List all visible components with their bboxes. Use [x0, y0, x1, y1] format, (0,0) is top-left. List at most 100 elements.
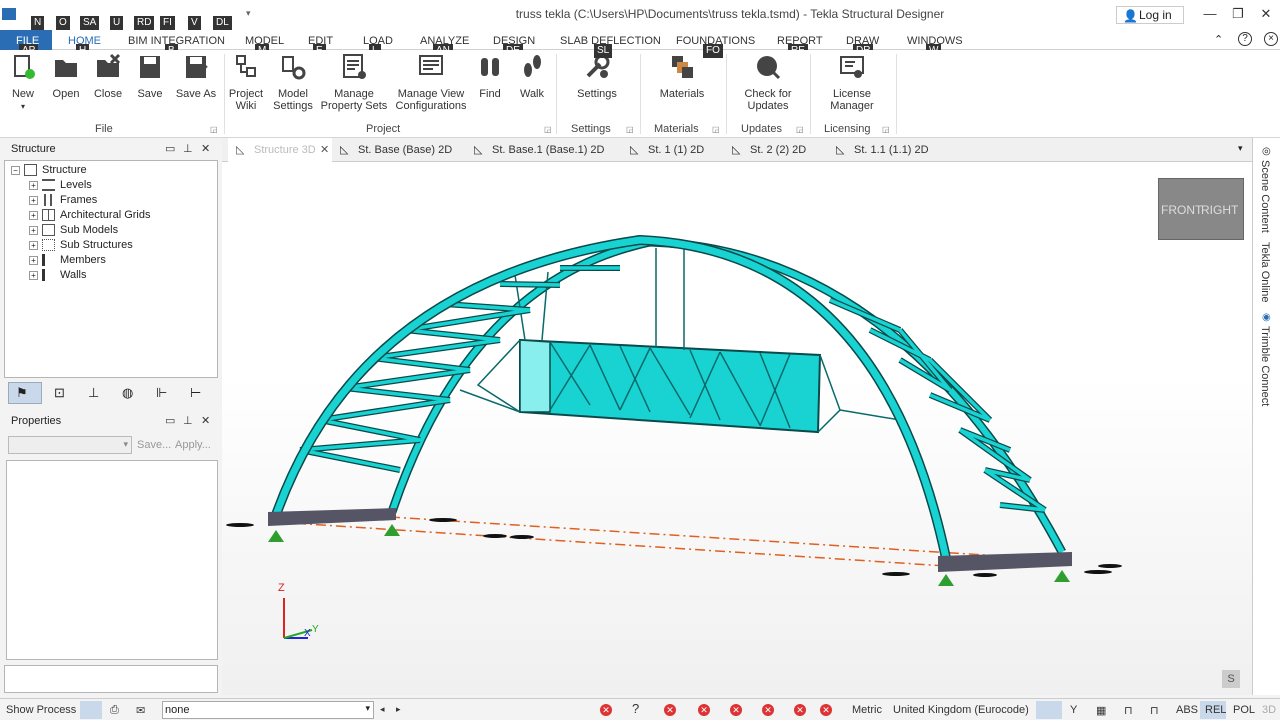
tree-item-sub-structures[interactable]: + Sub Structures [29, 239, 133, 252]
design-code-label[interactable]: United Kingdom (Eurocode) [893, 704, 1029, 716]
frames-icon [44, 194, 52, 207]
minimize-icon[interactable]: — [1200, 6, 1220, 21]
grid-snap-icon[interactable]: ▦ [1096, 704, 1106, 717]
dialog-launcher-icon[interactable]: ◲ [544, 125, 552, 134]
dialog-launcher-icon[interactable]: ◲ [712, 125, 720, 134]
tree-item-frames[interactable]: + Frames [29, 194, 97, 207]
error-icon[interactable]: ✕ [762, 704, 774, 716]
tree-item-label: Members [60, 254, 106, 266]
new-button[interactable]: New ▾ [6, 52, 40, 113]
tree-item-levels[interactable]: + Levels [29, 179, 92, 192]
find-button[interactable]: Find [472, 52, 508, 100]
snap-icon[interactable]: ⊓ [1124, 704, 1133, 717]
tab-structure-3d[interactable]: ◺ Structure 3D ✕ [228, 138, 332, 162]
qa-customize-icon[interactable]: ▾ [246, 8, 251, 19]
report-icon[interactable]: ⊢ [190, 385, 201, 401]
close-doc-icon[interactable]: × [1264, 32, 1278, 46]
tab-st-1[interactable]: ◺ St. 1 (1) 2D [630, 138, 704, 162]
tekla-online-tab[interactable]: Tekla Online [1259, 242, 1271, 303]
pol-toggle[interactable]: POL [1233, 704, 1255, 716]
save-button[interactable]: Save [130, 52, 170, 100]
project-wiki-button[interactable]: Project Wiki [226, 52, 266, 112]
apply-properties-button[interactable]: Apply... [175, 439, 211, 451]
next-icon[interactable]: ▸ [396, 704, 401, 715]
snap-badge[interactable]: S [1222, 670, 1240, 688]
panel-menu-icon[interactable]: ▭ [165, 414, 175, 427]
tree-root-structure[interactable]: − Structure [11, 164, 87, 177]
view-cube-right[interactable]: RIGHT [1201, 203, 1238, 217]
show-process-button[interactable]: Show Process [6, 704, 76, 716]
error-icon[interactable]: ✕ [794, 704, 806, 716]
command-input-value: none [165, 704, 190, 716]
save-properties-button[interactable]: Save... [137, 439, 171, 451]
view-cube[interactable]: FRONT RIGHT [1158, 178, 1244, 240]
tree-item-architectural-grids[interactable]: + Architectural Grids [29, 209, 150, 222]
error-icon[interactable]: ✕ [820, 704, 832, 716]
close-window-icon[interactable]: ✕ [1256, 6, 1276, 22]
error-icon[interactable]: ✕ [730, 704, 742, 716]
maximize-icon[interactable]: ❐ [1228, 6, 1248, 22]
manage-property-sets-button[interactable]: Manage Property Sets [320, 52, 388, 112]
model-settings-button[interactable]: Model Settings [270, 52, 316, 112]
dialog-launcher-icon[interactable]: ◲ [882, 125, 890, 134]
mail-icon[interactable]: ✉ [136, 704, 145, 717]
collapse-ribbon-icon[interactable]: ⌃ [1214, 33, 1223, 46]
tab-st-1-1[interactable]: ◺ St. 1.1 (1.1) 2D [836, 138, 929, 162]
panel-menu-icon[interactable]: ▭ [165, 142, 175, 155]
3d-viewport[interactable]: FRONT RIGHT Z X Y S [222, 162, 1252, 695]
analysis-mode-icon[interactable] [80, 701, 102, 719]
tab-close-icon[interactable]: ✕ [320, 143, 329, 156]
tab-st-2[interactable]: ◺ St. 2 (2) 2D [732, 138, 806, 162]
help-icon[interactable]: ? [1238, 32, 1252, 46]
property-set-select[interactable]: ▾ [8, 436, 132, 454]
tree-item-sub-models[interactable]: + Sub Models [29, 224, 118, 237]
error-icon[interactable]: ✕ [664, 704, 676, 716]
abs-toggle[interactable]: ABS [1176, 704, 1198, 716]
pin-icon[interactable]: ⊥ [183, 142, 193, 155]
dialog-launcher-icon[interactable]: ◲ [210, 125, 218, 134]
login-label: Log in [1139, 8, 1172, 22]
tab-st-base-1[interactable]: ◺ St. Base.1 (Base.1) 2D [474, 138, 605, 162]
help-status-icon[interactable]: ? [632, 701, 639, 716]
materials-button[interactable]: Materials [658, 52, 706, 100]
dialog-launcher-icon[interactable]: ◲ [626, 125, 634, 134]
settings-button[interactable]: Settings [574, 52, 620, 100]
analysis-icon[interactable]: ⊥ [88, 385, 99, 401]
save-as-button[interactable]: Save As [172, 52, 220, 100]
rel-toggle[interactable]: REL [1205, 704, 1226, 716]
print-icon[interactable]: ⎙ [110, 704, 119, 717]
tab-st-base[interactable]: ◺ St. Base (Base) 2D [340, 138, 452, 162]
error-icon[interactable]: ✕ [600, 704, 612, 716]
check-updates-button[interactable]: Check for Updates [738, 52, 798, 112]
units-label[interactable]: Metric [852, 704, 882, 716]
command-input[interactable]: none ▾ [162, 701, 374, 719]
qa-key-delete: DL [213, 16, 232, 30]
walk-button[interactable]: Walk [514, 52, 550, 100]
dialog-launcher-icon[interactable]: ◲ [796, 125, 804, 134]
manage-view-config-button[interactable]: Manage View Configurations [394, 52, 468, 112]
truss-model[interactable] [222, 162, 1252, 695]
open-button[interactable]: Open [46, 52, 86, 100]
snap-mode-icon[interactable] [1036, 701, 1062, 719]
tab-list-icon[interactable]: ▾ [1238, 143, 1243, 154]
login-button[interactable]: 👤 Log in [1116, 6, 1184, 24]
prev-icon[interactable]: ◂ [380, 704, 385, 715]
license-manager-button[interactable]: License Manager [824, 52, 880, 112]
error-icon[interactable]: ✕ [698, 704, 710, 716]
tree-item-walls[interactable]: + Walls [29, 269, 86, 282]
scene-content-tab[interactable]: Scene Content [1259, 160, 1271, 233]
3d-toggle[interactable]: 3D [1262, 704, 1276, 716]
panel-close-icon[interactable]: ✕ [201, 414, 210, 427]
fork-icon[interactable]: Y [1070, 704, 1077, 716]
tree-item-members[interactable]: + Members [29, 254, 106, 267]
design-icon[interactable]: ⊩ [156, 385, 167, 401]
pin-icon[interactable]: ⊥ [183, 414, 193, 427]
trimble-connect-tab[interactable]: Trimble Connect [1259, 326, 1271, 406]
globe-icon[interactable]: ◍ [122, 385, 133, 401]
chevron-down-icon[interactable]: ▾ [365, 703, 370, 714]
loading-icon[interactable]: ⊡ [54, 385, 65, 401]
close-button[interactable]: Close [88, 52, 128, 100]
view-cube-front[interactable]: FRONT [1161, 203, 1202, 217]
panel-close-icon[interactable]: ✕ [201, 142, 210, 155]
snap-icon-2[interactable]: ⊓ [1150, 704, 1159, 717]
